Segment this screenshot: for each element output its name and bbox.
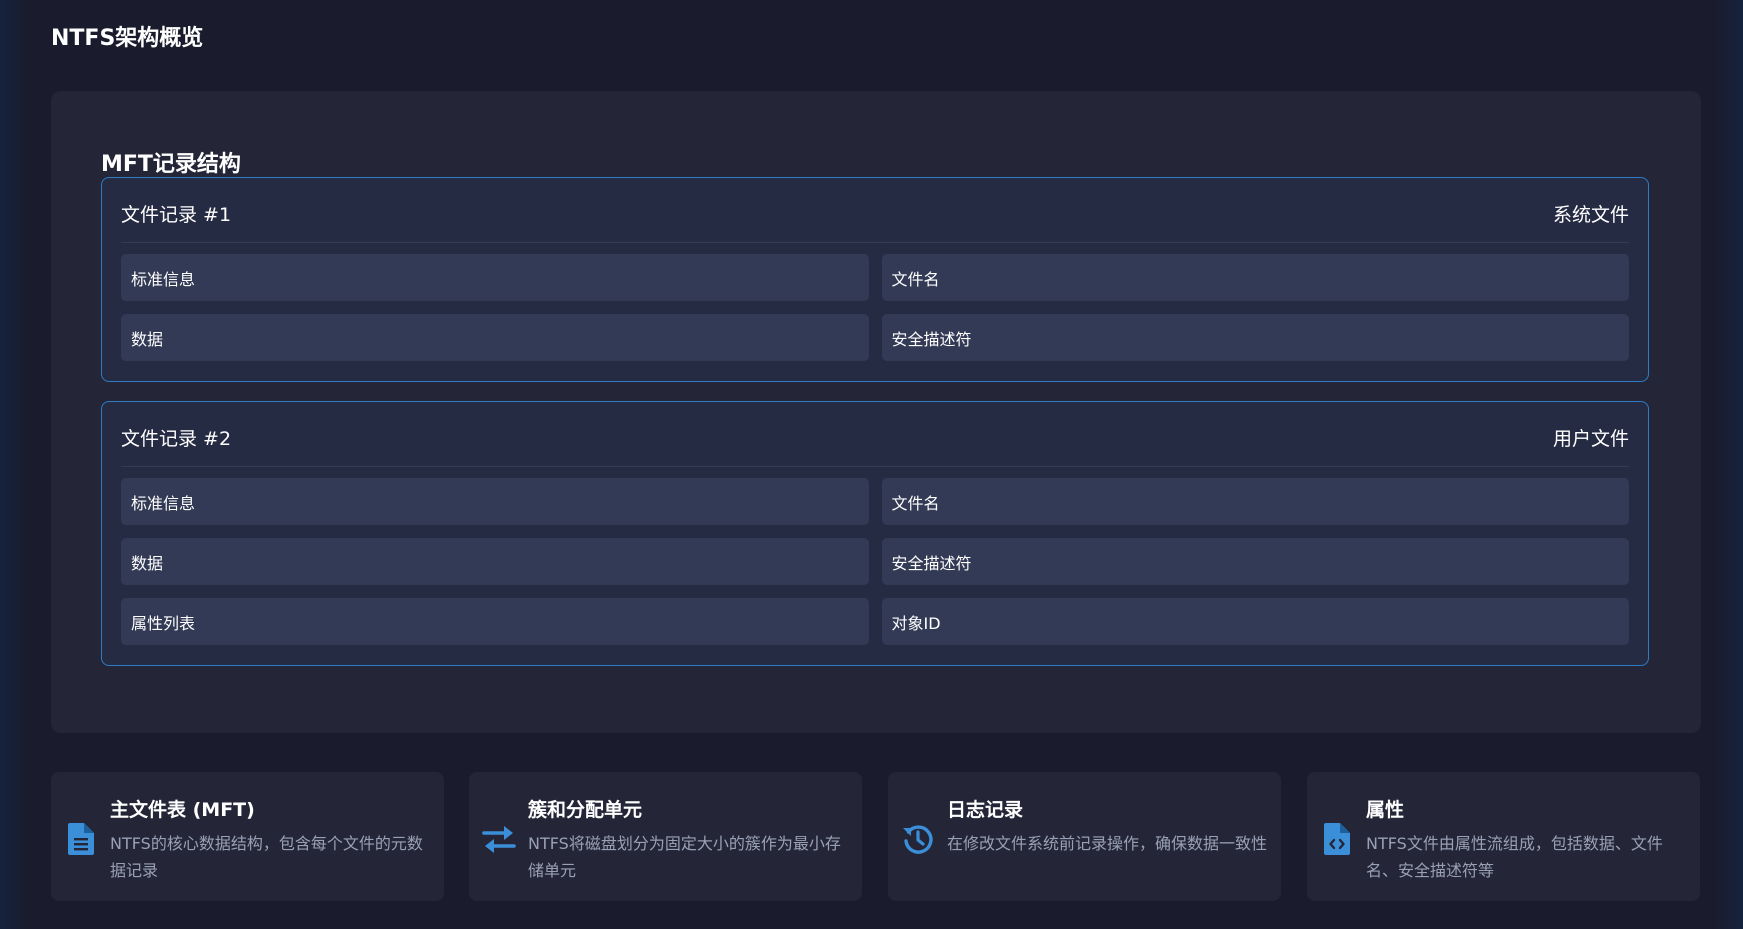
card-attributes: 属性 NTFS文件由属性流组成，包括数据、文件名、安全描述符等 [1307,772,1700,901]
file-code-icon [1320,822,1354,856]
card-title: 属性 [1366,799,1405,821]
page-title: NTFS架构概览 [51,26,204,51]
card-clusters: 簇和分配单元 NTFS将磁盘划分为固定大小的簇作为最小存储单元 [469,772,862,901]
attribute-filename: 文件名 [881,254,1629,301]
card-description: 在修改文件系统前记录操作，确保数据一致性 [947,834,1268,853]
exchange-arrows-icon [482,822,516,856]
attribute-data: 数据 [121,314,869,361]
attribute-standard-info: 标准信息 [121,254,869,301]
attribute-standard-info: 标准信息 [121,478,869,525]
file-text-icon [64,822,98,856]
mft-panel: MFT记录结构 文件记录 #1 系统文件 标准信息 文件名 数据 安全描述符 文… [51,91,1701,733]
attribute-object-id: 对象ID [881,598,1629,645]
attribute-security-descriptor: 安全描述符 [881,314,1629,361]
file-record-2: 文件记录 #2 用户文件 标准信息 文件名 数据 安全描述符 属性列表 对象ID [101,401,1649,666]
record-header: 文件记录 #1 系统文件 [121,178,1629,243]
attribute-grid: 标准信息 文件名 数据 安全描述符 [121,254,1629,361]
file-record-1: 文件记录 #1 系统文件 标准信息 文件名 数据 安全描述符 [101,177,1649,382]
record-name: 文件记录 #2 [121,428,232,450]
attribute-data: 数据 [121,538,869,585]
record-type: 用户文件 [1552,428,1629,450]
attribute-grid: 标准信息 文件名 数据 安全描述符 属性列表 对象ID [121,478,1629,645]
section-title: MFT记录结构 [101,152,241,177]
card-journal: 日志记录 在修改文件系统前记录操作，确保数据一致性 [888,772,1281,901]
card-mft: 主文件表 (MFT) NTFS的核心数据结构，包含每个文件的元数据记录 [51,772,444,901]
card-description: NTFS文件由属性流组成，包括数据、文件名、安全描述符等 [1366,834,1663,880]
card-description: NTFS的核心数据结构，包含每个文件的元数据记录 [110,834,423,880]
attribute-attribute-list: 属性列表 [121,598,869,645]
card-title: 主文件表 (MFT) [110,799,255,821]
card-title: 日志记录 [947,799,1024,821]
attribute-security-descriptor: 安全描述符 [881,538,1629,585]
record-type: 系统文件 [1552,204,1629,226]
card-title: 簇和分配单元 [528,799,643,821]
record-header: 文件记录 #2 用户文件 [121,402,1629,467]
attribute-filename: 文件名 [881,478,1629,525]
app-window: NTFS架构概览 MFT记录结构 文件记录 #1 系统文件 标准信息 文件名 数… [0,0,1743,929]
history-icon [901,822,935,856]
card-description: NTFS将磁盘划分为固定大小的簇作为最小存储单元 [528,834,841,880]
record-name: 文件记录 #1 [121,204,232,226]
info-cards: 主文件表 (MFT) NTFS的核心数据结构，包含每个文件的元数据记录 簇和分配… [51,772,1701,901]
